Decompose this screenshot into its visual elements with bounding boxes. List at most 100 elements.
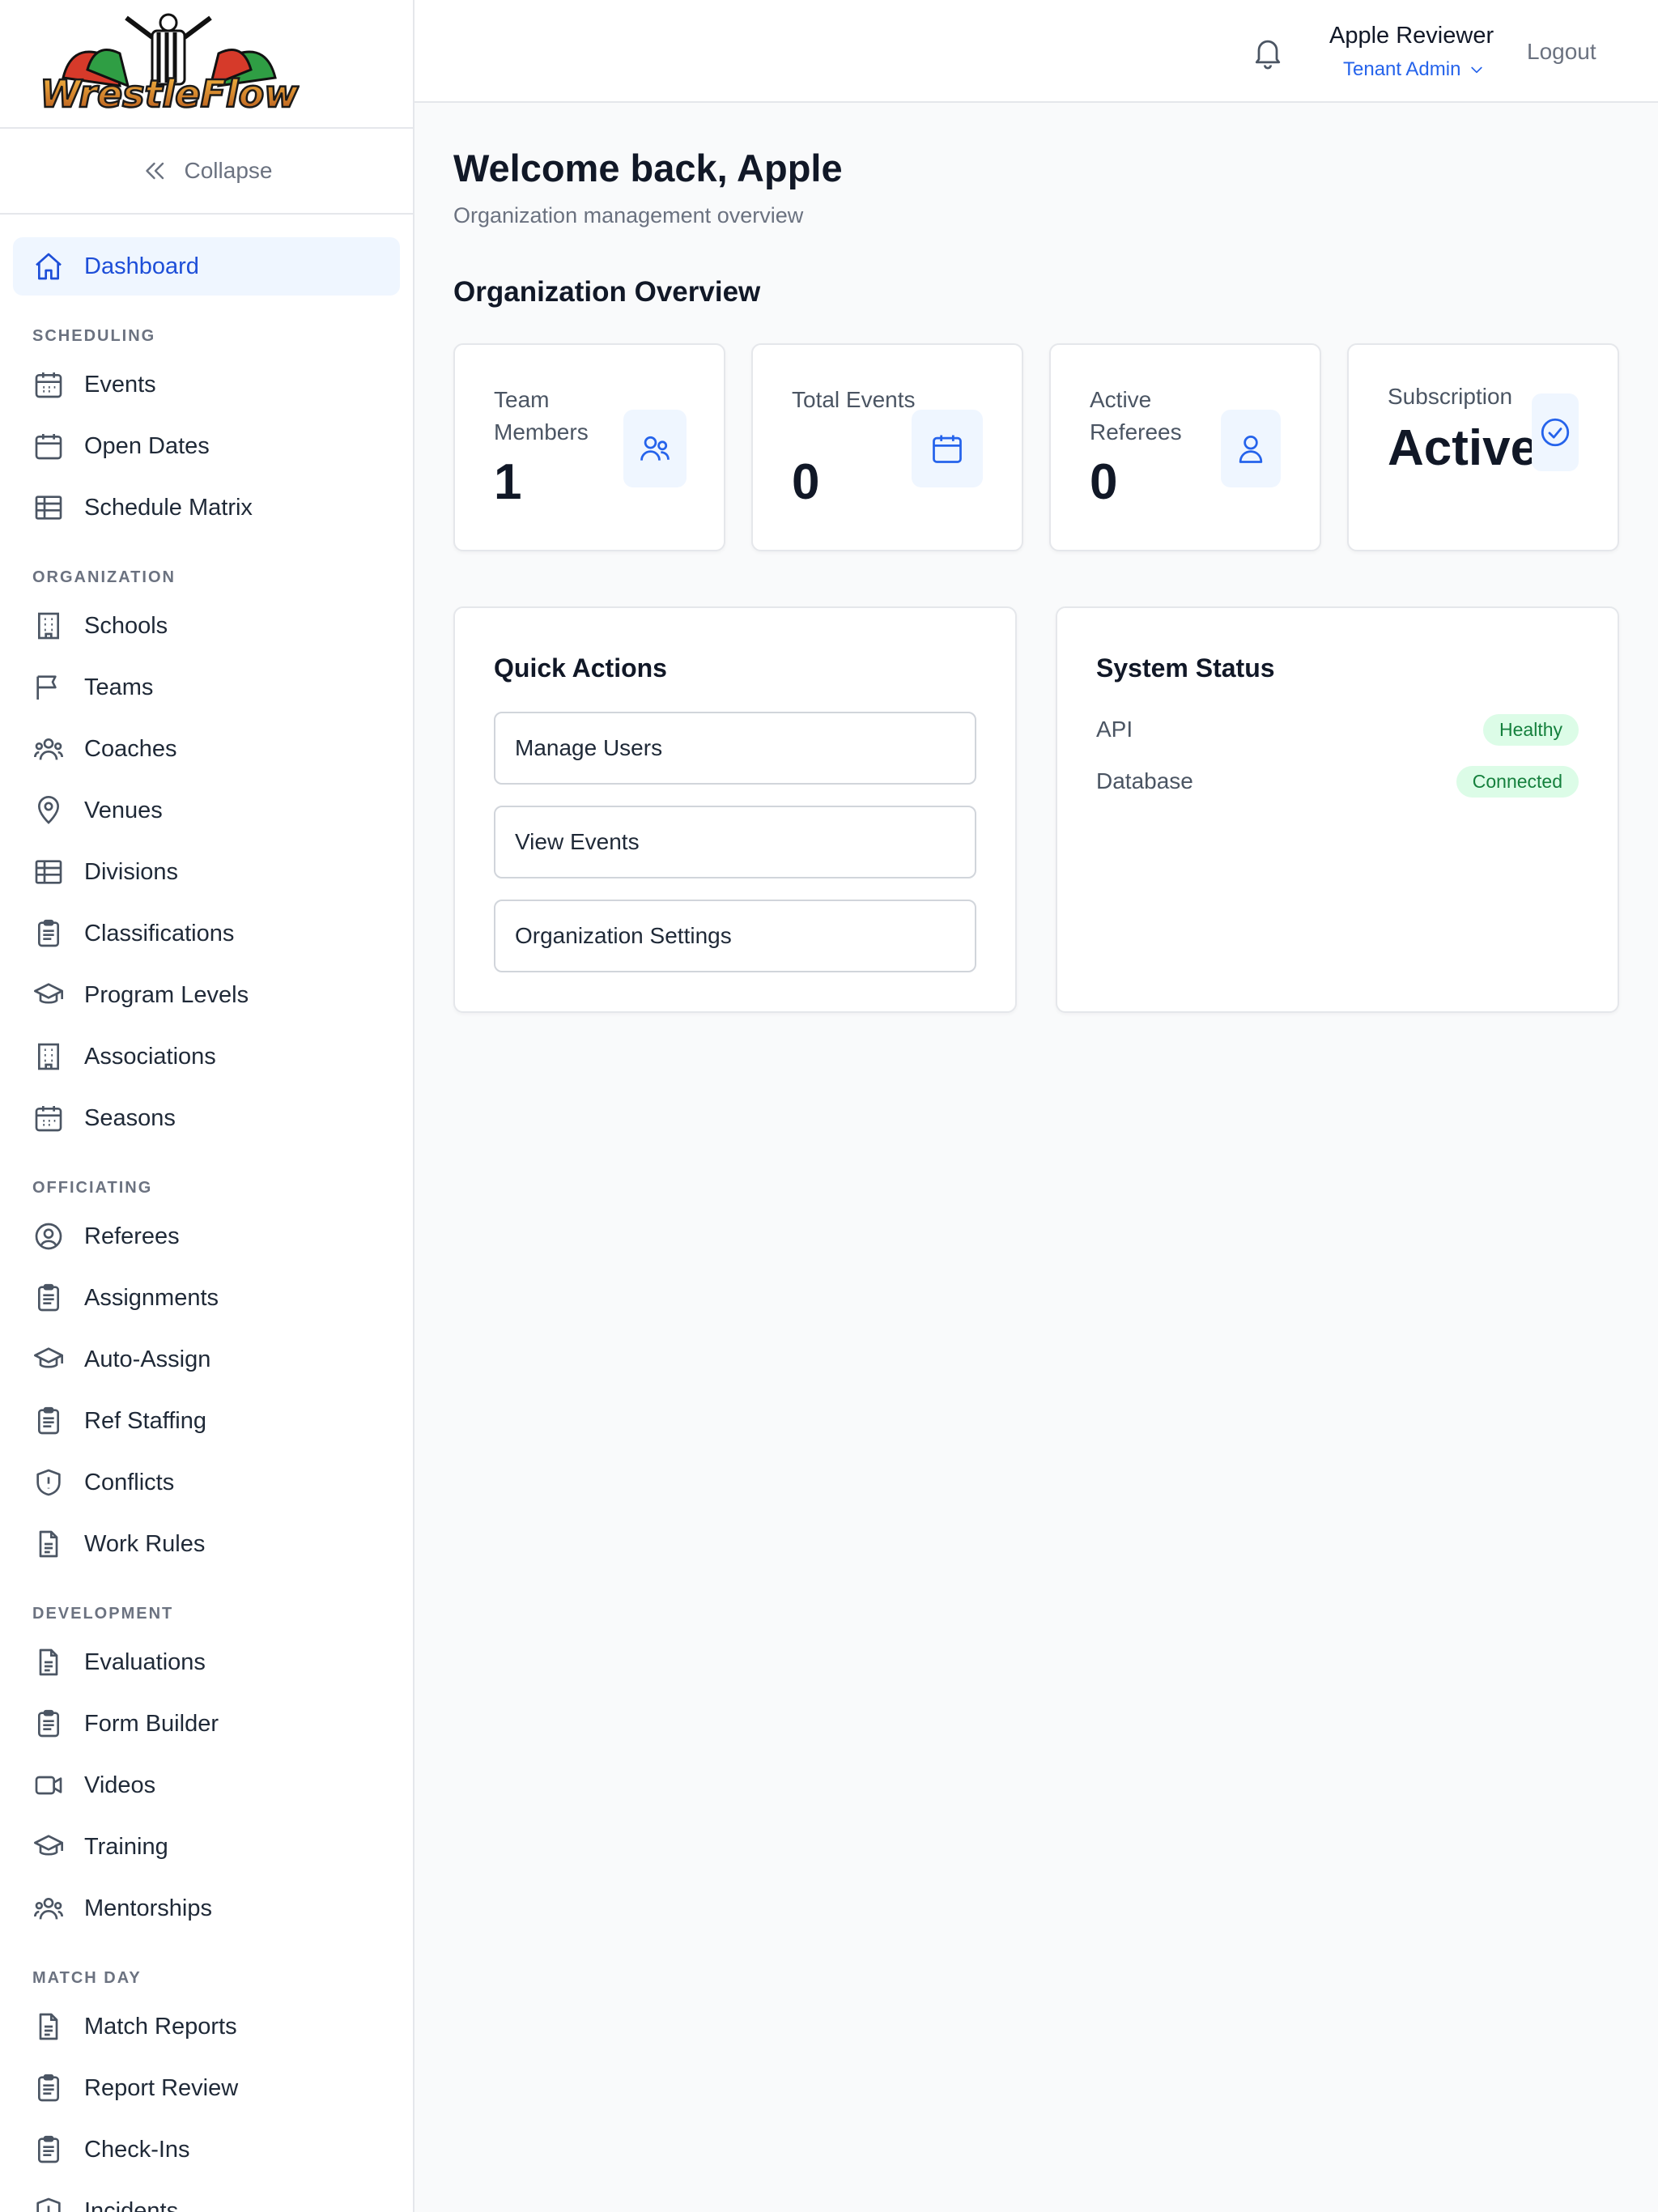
svg-text:WrestleFlow: WrestleFlow: [40, 72, 299, 115]
sidebar-item-assignments[interactable]: Assignments: [13, 1269, 400, 1327]
sidebar-item-coaches[interactable]: Coaches: [13, 720, 400, 778]
home-icon: [36, 253, 62, 280]
sidebar-item-program-levels[interactable]: Program Levels: [13, 966, 400, 1024]
sidebar-item-referees[interactable]: Referees: [13, 1207, 400, 1266]
stat-card-total-events: Total Events 0: [751, 343, 1023, 551]
sidebar-item-label: Work Rules: [84, 1530, 206, 1557]
view-events-button[interactable]: View Events: [494, 806, 976, 878]
organization-settings-button[interactable]: Organization Settings: [494, 900, 976, 972]
section-match-day: MATCH DAY: [32, 1969, 142, 1987]
section-officiating: OFFICIATING: [32, 1179, 153, 1197]
collapse-button[interactable]: Collapse: [0, 129, 413, 215]
sidebar-item-events[interactable]: Events: [13, 355, 400, 414]
sidebar-item-divisions[interactable]: Divisions: [13, 843, 400, 901]
document-icon: [39, 1530, 58, 1558]
sidebar-nav: Dashboard SCHEDULING Events Open Dates S…: [0, 215, 413, 2212]
shield-alert-icon: [36, 2197, 61, 2212]
stat-icon-box: [623, 410, 687, 487]
academic-cap-icon: [34, 1835, 63, 1856]
sidebar-item-seasons[interactable]: Seasons: [13, 1089, 400, 1147]
sidebar-item-label: Videos: [84, 1772, 156, 1798]
check-circle-icon: [1541, 418, 1570, 447]
logo-area: WrestleFlow: [0, 0, 413, 129]
status-badge: Healthy: [1483, 713, 1579, 746]
sidebar-item-form-builder[interactable]: Form Builder: [13, 1695, 400, 1753]
sidebar-item-training[interactable]: Training: [13, 1818, 400, 1876]
stat-value: 0: [1090, 454, 1118, 510]
sidebar-item-match-reports[interactable]: Match Reports: [13, 1997, 400, 2056]
sidebar-item-label: Schools: [84, 612, 168, 639]
sidebar-item-check-ins[interactable]: Check-Ins: [13, 2121, 400, 2179]
overview-title: Organization Overview: [453, 276, 761, 308]
map-pin-icon: [37, 796, 60, 824]
stat-value: Active: [1388, 420, 1539, 476]
sidebar-item-label: Mentorships: [84, 1895, 212, 1921]
clipboard-icon: [38, 1283, 59, 1312]
sidebar-item-label: Report Review: [84, 2074, 239, 2101]
stat-label: Team Members: [494, 387, 589, 445]
calendar-days-icon: [35, 1106, 62, 1132]
stat-value: 0: [792, 454, 820, 510]
wrestleflow-logo[interactable]: WrestleFlow: [39, 13, 300, 115]
sidebar-item-conflicts[interactable]: Conflicts: [13, 1453, 400, 1512]
manage-users-button[interactable]: Manage Users: [494, 712, 976, 785]
table-icon: [35, 860, 62, 884]
clipboard-icon: [38, 2074, 59, 2102]
sidebar-item-label: Venues: [84, 797, 163, 823]
sidebar-item-schools[interactable]: Schools: [13, 597, 400, 655]
sidebar-item-label: Associations: [84, 1043, 216, 1070]
building-icon: [38, 612, 59, 640]
status-badge: Connected: [1456, 765, 1579, 798]
chevrons-left-icon: [145, 162, 164, 180]
sidebar-item-label: Teams: [84, 674, 154, 700]
status-label: API: [1096, 717, 1133, 742]
sidebar-item-report-review[interactable]: Report Review: [13, 2059, 400, 2117]
page-title: Welcome back, Apple: [453, 147, 843, 189]
sidebar-item-work-rules[interactable]: Work Rules: [13, 1515, 400, 1573]
sidebar-item-auto-assign[interactable]: Auto-Assign: [13, 1330, 400, 1389]
status-row-api: API Healthy: [1096, 712, 1579, 747]
sidebar-item-label: Form Builder: [84, 1710, 219, 1737]
top-header: Apple Reviewer Tenant Admin Logout: [414, 0, 1658, 103]
stat-label: Active Referees: [1090, 387, 1182, 445]
stat-icon-box: [1532, 393, 1579, 471]
system-status-title: System Status: [1096, 653, 1275, 683]
sidebar-item-evaluations[interactable]: Evaluations: [13, 1633, 400, 1691]
sidebar-item-mentorships[interactable]: Mentorships: [13, 1879, 400, 1938]
role-label: Tenant Admin: [1343, 58, 1461, 80]
sidebar-item-label: Training: [84, 1833, 168, 1860]
document-icon: [39, 1648, 58, 1676]
sidebar-item-teams[interactable]: Teams: [13, 658, 400, 717]
user-group-icon: [34, 738, 63, 760]
sidebar: WrestleFlow Collapse Dashboard SCHEDULIN…: [0, 0, 414, 2212]
sidebar-item-dashboard[interactable]: Dashboard: [13, 237, 400, 296]
stat-label: Subscription: [1388, 384, 1513, 409]
bell-icon[interactable]: [1250, 34, 1286, 70]
sidebar-item-videos[interactable]: Videos: [13, 1756, 400, 1814]
role-dropdown[interactable]: Tenant Admin: [1343, 58, 1485, 81]
user-group-icon: [34, 1898, 63, 1920]
quick-actions-title: Quick Actions: [494, 653, 667, 683]
logout-button[interactable]: Logout: [1527, 39, 1596, 65]
sidebar-item-label: Coaches: [84, 735, 177, 762]
building-icon: [38, 1043, 59, 1070]
clipboard-icon: [38, 1406, 59, 1435]
sidebar-item-venues[interactable]: Venues: [13, 781, 400, 840]
calendar-days-icon: [35, 372, 62, 398]
sidebar-item-incidents[interactable]: Incidents: [13, 2182, 400, 2212]
page-subtitle: Organization management overview: [453, 203, 804, 228]
stat-icon-box: [912, 410, 983, 487]
stat-value: 1: [494, 454, 522, 510]
shield-alert-icon: [36, 1469, 61, 1496]
sidebar-item-label: Ref Staffing: [84, 1407, 207, 1434]
stat-label: Total Events: [792, 387, 916, 412]
sidebar-item-ref-staffing[interactable]: Ref Staffing: [13, 1392, 400, 1450]
sidebar-item-schedule-matrix[interactable]: Schedule Matrix: [13, 479, 400, 537]
sidebar-item-classifications[interactable]: Classifications: [13, 904, 400, 963]
sidebar-item-open-dates[interactable]: Open Dates: [13, 417, 400, 475]
sidebar-item-label: Dashboard: [84, 253, 199, 279]
user-icon: [1239, 435, 1263, 463]
sidebar-item-label: Events: [84, 371, 156, 398]
stat-card-active-referees: Active Referees 0: [1049, 343, 1321, 551]
sidebar-item-associations[interactable]: Associations: [13, 1027, 400, 1086]
